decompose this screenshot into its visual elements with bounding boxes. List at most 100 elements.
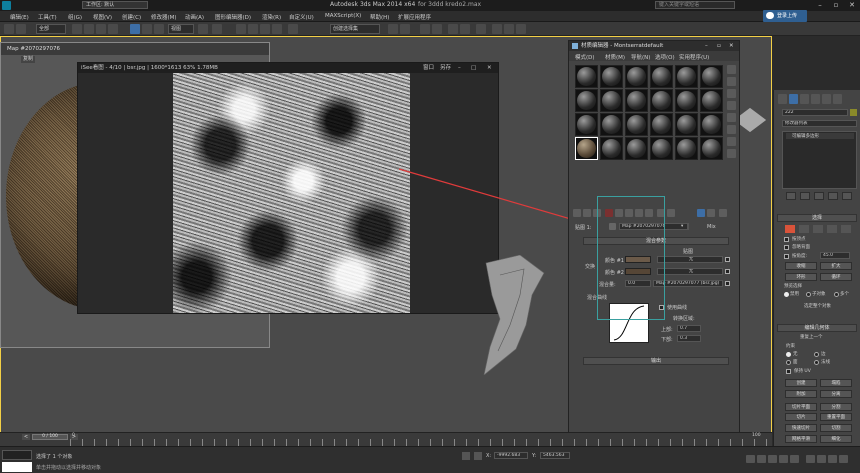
motion-tab-icon[interactable] [811, 94, 820, 104]
mated-menu-options[interactable]: 选项(O) [655, 53, 675, 61]
reference-coordinate-dropdown[interactable]: 视图 [168, 24, 194, 34]
sample-slot[interactable] [700, 113, 723, 136]
mated-menu-mode[interactable]: 模式(D) [575, 53, 595, 61]
constraint-normal-radio[interactable] [814, 360, 819, 365]
grow-button[interactable]: 扩大 [820, 262, 852, 270]
sample-slot[interactable] [675, 65, 698, 88]
background-icon[interactable] [727, 89, 736, 98]
viewer-close-icon[interactable]: ✕ [487, 63, 492, 73]
make-unique-toggle-icon[interactable] [814, 192, 824, 200]
preview-subobject-radio[interactable] [806, 292, 811, 297]
subobject-border-icon[interactable] [813, 225, 823, 233]
sample-slot[interactable] [675, 113, 698, 136]
menu-customize[interactable]: 自定义(U) [289, 13, 314, 21]
split-button[interactable]: 分割 [820, 403, 852, 411]
absolute-mode-icon[interactable] [474, 452, 482, 460]
layer-manager-icon[interactable] [420, 24, 430, 34]
create-tab-icon[interactable] [778, 94, 787, 104]
render-setup-icon[interactable] [492, 24, 502, 34]
go-to-end-icon[interactable] [790, 455, 799, 463]
y-coordinate-field[interactable]: 5463.563 [540, 452, 570, 459]
configure-sets-icon[interactable] [842, 192, 852, 200]
uv-tiling-icon[interactable] [727, 101, 736, 110]
reset-plane-button[interactable]: 重置平面 [820, 413, 852, 421]
sample-slot[interactable] [625, 137, 648, 160]
zoom-icon[interactable] [806, 455, 815, 463]
viewer-minimize-icon[interactable]: – [458, 63, 461, 73]
angle-snap-icon[interactable] [248, 24, 258, 34]
stack-item-editable-poly[interactable]: 可编辑多边形 [786, 133, 854, 139]
render-production-icon[interactable] [516, 24, 526, 34]
output-rollout[interactable]: 输出 [583, 357, 729, 365]
show-end-result-icon[interactable] [667, 209, 675, 217]
pick-material-icon[interactable] [719, 209, 727, 217]
named-selection-dropdown[interactable]: 创建选择集 [330, 24, 380, 34]
align-icon[interactable] [400, 24, 410, 34]
meshsmooth-button[interactable]: 网格平滑 [785, 435, 817, 443]
menu-edit[interactable]: 编辑(E) [10, 13, 29, 21]
graphite-toggle-icon[interactable] [432, 24, 442, 34]
menu-group[interactable]: 组(G) [68, 13, 82, 21]
move-icon[interactable] [130, 24, 140, 34]
edit-geometry-rollout[interactable]: 编辑几何体 [777, 324, 857, 332]
viewer-fullscreen-icon[interactable]: □ [471, 63, 476, 73]
get-material-icon[interactable] [573, 209, 581, 217]
curve-editor-icon[interactable] [448, 24, 458, 34]
redo-icon[interactable] [16, 24, 26, 34]
select-by-name-icon[interactable] [84, 24, 94, 34]
video-color-check-icon[interactable] [727, 113, 736, 122]
ignore-backface-checkbox[interactable] [784, 245, 789, 250]
material-editor-icon[interactable] [476, 24, 486, 34]
ring-button[interactable]: 环形 [785, 273, 817, 281]
by-vertex-checkbox[interactable] [784, 237, 789, 242]
time-slider-prev-icon[interactable]: < [22, 434, 30, 440]
tessellate-button[interactable]: 细化 [820, 435, 852, 443]
menu-help[interactable]: 帮助(H) [370, 13, 389, 21]
make-preview-icon[interactable] [727, 125, 736, 134]
subobject-polygon-icon[interactable] [827, 225, 837, 233]
constraint-edge-radio[interactable] [814, 352, 819, 357]
menu-views[interactable]: 视图(V) [93, 13, 112, 21]
maximize-icon[interactable]: ▫ [828, 0, 844, 11]
mated-close-icon[interactable]: ✕ [729, 41, 734, 51]
snap-toggle-icon[interactable] [236, 24, 246, 34]
sample-slot[interactable] [575, 65, 598, 88]
select-object-icon[interactable] [72, 24, 82, 34]
sample-slot[interactable] [675, 89, 698, 112]
by-angle-checkbox[interactable] [784, 254, 789, 259]
sample-slot[interactable] [625, 113, 648, 136]
lock-selection-icon[interactable] [462, 452, 470, 460]
mated-minimize-icon[interactable]: – [705, 41, 708, 51]
color2-map-checkbox[interactable] [725, 269, 730, 274]
select-by-material-icon[interactable] [727, 149, 736, 158]
pin-stack-icon[interactable] [786, 192, 796, 200]
sample-slot[interactable] [675, 137, 698, 160]
rendered-frame-window-icon[interactable] [504, 24, 514, 34]
viewer-save-as-button[interactable]: 另存 [440, 63, 451, 73]
show-end-result-toggle-icon[interactable] [800, 192, 810, 200]
previous-frame-icon[interactable] [757, 455, 766, 463]
mix-amount-map-checkbox[interactable] [725, 281, 730, 286]
time-slider[interactable]: 0 / 100 < > 0 100 [0, 432, 772, 447]
constraint-face-radio[interactable] [786, 360, 791, 365]
hierarchy-tab-icon[interactable] [800, 94, 809, 104]
edit-named-selection-icon[interactable] [288, 24, 298, 34]
sample-slot[interactable] [600, 65, 623, 88]
workspace-dropdown[interactable]: 工作区: 默认 [82, 1, 148, 9]
remove-modifier-icon[interactable] [828, 192, 838, 200]
sample-slot[interactable] [575, 89, 598, 112]
maximize-viewport-icon[interactable] [839, 455, 848, 463]
sample-slot[interactable] [700, 65, 723, 88]
menu-rendering[interactable]: 渲染(R) [262, 13, 281, 21]
app-logo-icon[interactable] [2, 1, 11, 10]
color2-map-button[interactable]: 无 [657, 268, 723, 275]
material-options-icon[interactable] [727, 137, 736, 146]
cut-button[interactable]: 切割 [820, 424, 852, 432]
rotate-icon[interactable] [142, 24, 152, 34]
sample-slot[interactable] [575, 113, 598, 136]
upper-spinner[interactable]: 0.7 [677, 325, 701, 332]
close-icon[interactable]: ✕ [844, 0, 860, 11]
mated-menu-navigation[interactable]: 导航(N) [631, 53, 650, 61]
angle-spinner[interactable]: 45.0 [820, 252, 850, 259]
select-manipulate-icon[interactable] [212, 24, 222, 34]
